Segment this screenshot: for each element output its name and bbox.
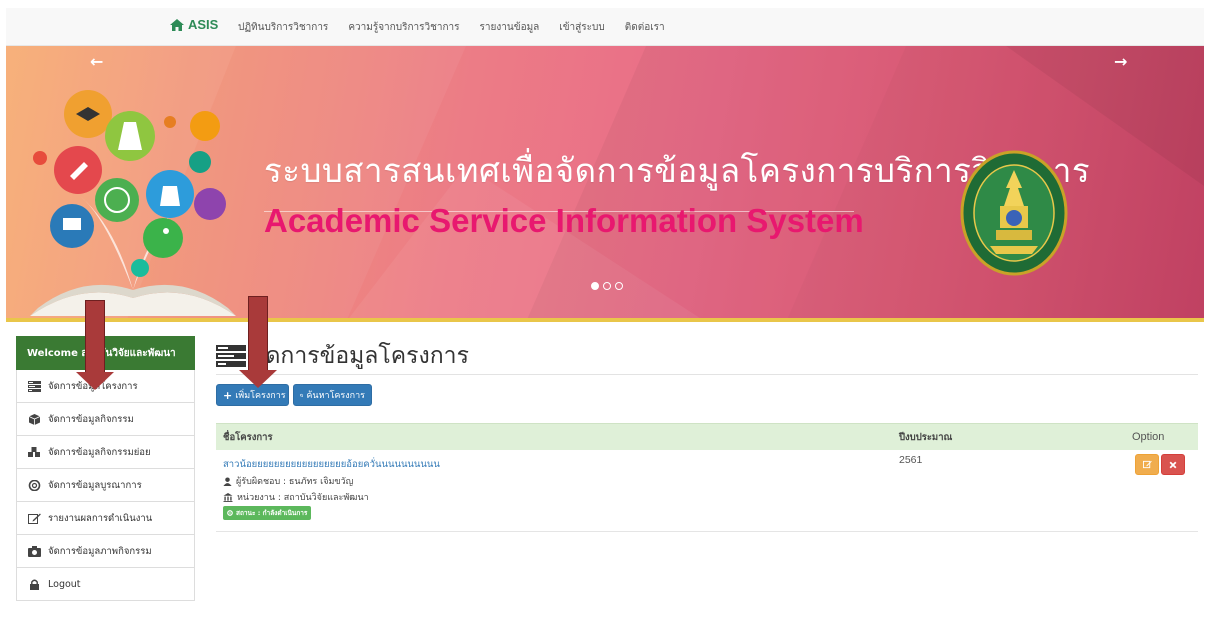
gear-icon (227, 510, 233, 516)
sidebar-item-gallery[interactable]: จัดการข้อมูลภาพกิจกรรม (16, 535, 195, 568)
annotation-arrow-head (239, 370, 277, 388)
page-title-text: จัดการข้อมูลโครงการ (252, 343, 469, 369)
carousel-next-arrow[interactable]: → (1114, 52, 1127, 71)
edit-icon (28, 513, 41, 524)
carousel-indicators (591, 282, 623, 290)
annotation-arrow-shaft (248, 296, 268, 372)
sidebar-item-label: รายงานผลการดำเนินงาน (48, 512, 153, 524)
sidebar-item-activities[interactable]: จัดการข้อมูลกิจกรรม (16, 403, 195, 436)
annotation-arrow-head (76, 372, 114, 390)
home-icon (170, 18, 184, 31)
plus-icon: + (223, 388, 233, 402)
annotation-arrow-shaft (85, 300, 105, 374)
sidebar-item-logout[interactable]: Logout (16, 568, 195, 601)
status-badge-text: สถานะ : กำลังดำเนินการ (236, 509, 308, 517)
edit-project-button[interactable] (1135, 454, 1159, 475)
cubes-icon (28, 446, 40, 457)
search-project-button[interactable]: ค้นหาโครงการ (293, 384, 372, 406)
user-icon (223, 476, 232, 486)
nav-item-knowledge[interactable]: ความรู้จากบริการวิชาการ (348, 20, 459, 35)
carousel-dot[interactable] (591, 282, 599, 290)
table-row: สาวน้อยยยยยยยยยยยยยยยยยอ้อยควั่นนนนนนนนน… (216, 450, 1198, 532)
sidebar-item-label: จัดการข้อมูลภาพกิจกรรม (48, 545, 152, 557)
search-icon (300, 393, 304, 397)
sidebar-item-integration[interactable]: จัดการข้อมูลบูรณาการ (16, 469, 195, 502)
brand-link[interactable]: ASIS (170, 17, 218, 32)
banner-bottom-strip (6, 318, 1204, 322)
status-badge: สถานะ : กำลังดำเนินการ (223, 506, 312, 520)
carousel-prev-arrow[interactable]: ← (90, 52, 103, 71)
delete-project-button[interactable] (1161, 454, 1185, 475)
university-seal-logo (960, 150, 1068, 276)
column-header-option: Option (1132, 431, 1165, 443)
tasks-icon (28, 380, 41, 392)
camera-icon (28, 545, 41, 557)
edit-icon (1142, 460, 1152, 469)
search-project-label: ค้นหาโครงการ (306, 391, 365, 401)
sidebar-item-label: จัดการข้อมูลกิจกรรม (48, 413, 134, 425)
sidebar-item-subactivities[interactable]: จัดการข้อมูลกิจกรรมย่อย (16, 436, 195, 469)
project-owner: ผู้รับผิดชอบ : ธนภัทร เจิมขวัญ (223, 474, 353, 488)
title-divider (216, 374, 1198, 375)
column-header-project-name: ชื่อโครงการ (223, 431, 273, 443)
project-owner-text: ผู้รับผิดชอบ : ธนภัทร เจิมขวัญ (236, 477, 354, 487)
nav-item-calendar[interactable]: ปฏิทินบริการวิชาการ (238, 20, 328, 35)
lock-icon (30, 579, 39, 590)
top-navbar: ASIS ปฏิทินบริการวิชาการ ความรู้จากบริกา… (6, 8, 1204, 46)
close-icon (1169, 461, 1177, 468)
sidebar-item-report[interactable]: รายงานผลการดำเนินงาน (16, 502, 195, 535)
cube-icon (28, 413, 41, 425)
project-unit: หน่วยงาน : สถาบันวิจัยและพัฒนา (223, 490, 369, 504)
fiscal-year-value: 2561 (899, 454, 923, 466)
banner-english-title: Academic Service Information System (264, 202, 864, 239)
nav-item-report[interactable]: รายงานข้อมูล (480, 20, 540, 35)
institution-icon (223, 492, 233, 502)
sidebar-item-label: จัดการข้อมูลบูรณาการ (48, 479, 142, 491)
sidebar-item-label: จัดการข้อมูลกิจกรรมย่อย (48, 446, 151, 458)
annotation-arrow-sidebar (76, 300, 114, 390)
annotation-arrow-add-button (239, 296, 277, 388)
table-header: ชื่อโครงการ ปีงบประมาณ Option (216, 423, 1198, 450)
lifebuoy-icon (28, 479, 41, 491)
carousel-dot[interactable] (615, 282, 623, 290)
education-illustration (30, 90, 236, 316)
projects-table: ชื่อโครงการ ปีงบประมาณ Option สาวน้อยยยย… (216, 423, 1198, 532)
project-unit-text: หน่วยงาน : สถาบันวิจัยและพัฒนา (237, 493, 369, 503)
sidebar-item-label: Logout (48, 578, 81, 590)
hero-carousel: ← → ระบบสารสนเทศเพื่อจัดการข้อมูลโครงการ… (6, 46, 1204, 322)
nav-item-contact[interactable]: ติดต่อเรา (625, 20, 665, 35)
nav-menu: ปฏิทินบริการวิชาการ ความรู้จากบริการวิชา… (238, 20, 665, 35)
add-project-label: เพิ่มโครงการ (235, 391, 286, 401)
carousel-dot[interactable] (603, 282, 611, 290)
column-header-fiscal-year: ปีงบประมาณ (899, 431, 953, 443)
brand-label: ASIS (188, 17, 219, 32)
project-name-link[interactable]: สาวน้อยยยยยยยยยยยยยยยยยอ้อยควั่นนนนนนนนน… (223, 457, 440, 472)
nav-item-login[interactable]: เข้าสู่ระบบ (559, 20, 604, 35)
